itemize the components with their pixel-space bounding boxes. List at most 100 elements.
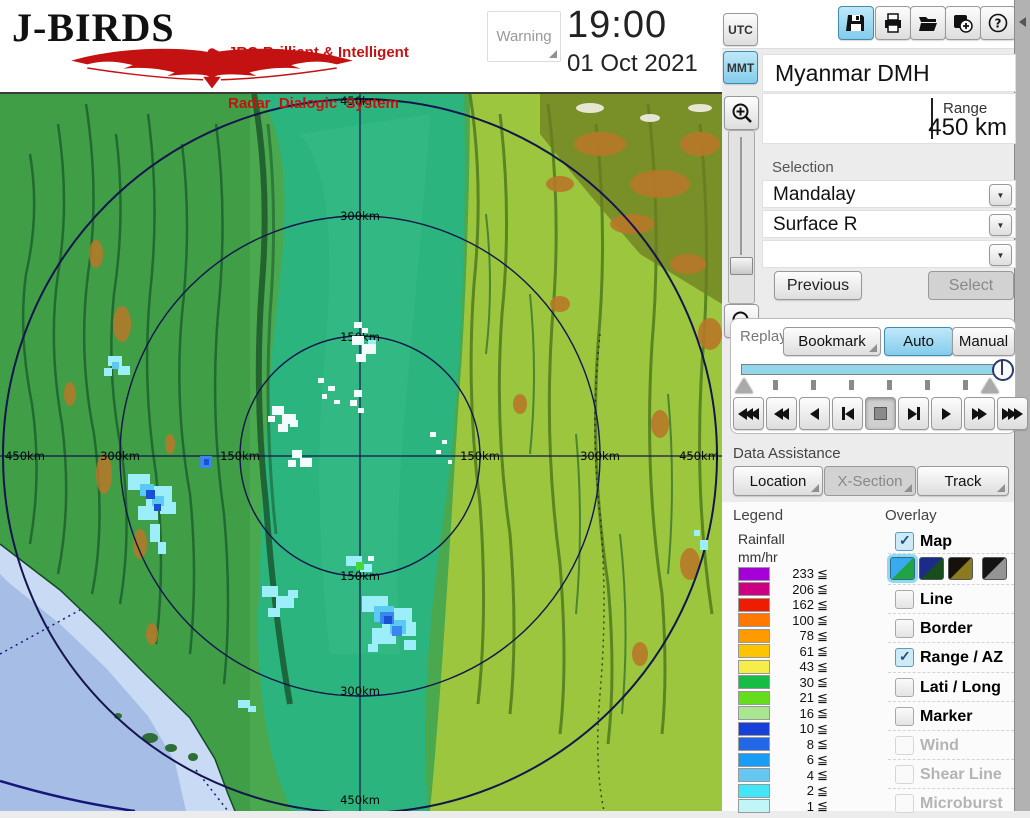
fast-forward-button[interactable] <box>964 397 995 430</box>
stop-icon <box>874 407 887 420</box>
checkbox-icon[interactable] <box>895 678 914 697</box>
checkbox-icon[interactable] <box>895 590 914 609</box>
legend-row: 10 ≦ <box>738 721 828 737</box>
legend-row: 16 ≦ <box>738 705 828 722</box>
previous-button[interactable]: Previous <box>774 271 862 300</box>
location-button[interactable]: Location <box>733 466 823 496</box>
utc-button[interactable]: UTC <box>723 13 758 46</box>
corner-fold-icon <box>904 484 912 492</box>
svg-text:450km: 450km <box>679 449 719 463</box>
track-button[interactable]: Track <box>917 466 1009 496</box>
checkbox-disabled-icon <box>895 794 914 813</box>
open-folder-button[interactable] <box>910 6 946 40</box>
step-forward-button[interactable] <box>898 397 929 430</box>
x-section-button[interactable]: X-Section <box>824 466 916 496</box>
overlay-item-line[interactable]: Line <box>888 584 1014 614</box>
chevron-down-icon[interactable]: ▼ <box>989 244 1012 266</box>
overlay-item-microburst: Microburst <box>888 788 1014 818</box>
slider-end-marker[interactable] <box>981 378 999 393</box>
color-swatch <box>738 597 770 612</box>
range-value: 450 km <box>928 114 1007 141</box>
add-image-icon <box>954 15 973 33</box>
map-style-terrain-color[interactable] <box>890 557 915 580</box>
color-swatch <box>738 768 770 783</box>
add-image-button[interactable] <box>945 6 981 40</box>
range-box: Range 450 km <box>762 93 1016 144</box>
app-title: J-BIRDS <box>12 5 175 50</box>
stop-button[interactable] <box>865 397 896 430</box>
playback-controls <box>733 397 1028 430</box>
zoom-slider-thumb[interactable] <box>730 257 753 275</box>
manual-button[interactable]: Manual <box>952 327 1015 356</box>
svg-text:300km: 300km <box>580 449 620 463</box>
checkbox-checked-icon[interactable] <box>895 648 914 667</box>
folder-icon <box>919 17 937 31</box>
step-backward-button[interactable] <box>832 397 863 430</box>
overlay-item-wind: Wind <box>888 730 1014 760</box>
checkbox-disabled-icon <box>895 765 914 784</box>
zoom-in-button[interactable] <box>724 96 759 130</box>
collapse-panel-icon[interactable] <box>1019 17 1026 27</box>
legend-row: 30 ≦ <box>738 674 828 691</box>
corner-fold-icon <box>869 344 877 352</box>
site-dropdown[interactable]: Mandalay ▼ <box>762 180 1016 208</box>
skip-to-end-button[interactable] <box>997 397 1028 430</box>
corner-fold-icon <box>997 484 1005 492</box>
legend-row: 61 ≦ <box>738 643 828 660</box>
legend-row: 206 ≦ <box>738 581 828 598</box>
overlay-item-range-az[interactable]: Range / AZ <box>888 642 1014 672</box>
color-swatch <box>738 628 770 643</box>
selection-label: Selection <box>772 159 834 176</box>
legend-row: 233 ≦ <box>738 566 828 582</box>
checkbox-icon[interactable] <box>895 619 914 638</box>
product-dropdown[interactable]: Surface R ▼ <box>762 210 1016 238</box>
legend-row: 4 ≦ <box>738 767 828 784</box>
svg-text:300km: 300km <box>100 449 140 463</box>
slider-start-marker[interactable] <box>735 378 753 393</box>
select-button[interactable]: Select <box>928 271 1014 300</box>
overlay-item-border[interactable]: Border <box>888 613 1014 643</box>
play-backward-button[interactable] <box>799 397 830 430</box>
auto-button[interactable]: Auto <box>884 327 953 356</box>
save-icon <box>846 15 864 31</box>
svg-text:450km: 450km <box>5 449 45 463</box>
overlay-item-map[interactable]: Map <box>888 527 1014 556</box>
bookmark-button[interactable]: Bookmark <box>783 327 881 356</box>
print-icon <box>885 13 901 33</box>
legend-row: 43 ≦ <box>738 659 828 675</box>
fast-rewind-button[interactable] <box>766 397 797 430</box>
extra-dropdown[interactable]: ▼ <box>762 240 1016 268</box>
mmt-button[interactable]: MMT <box>723 51 758 84</box>
print-button[interactable] <box>875 6 911 40</box>
replay-slider[interactable] <box>741 359 1014 381</box>
checkbox-checked-icon[interactable] <box>895 532 914 551</box>
checkbox-icon[interactable] <box>895 707 914 726</box>
header: J-BIRDS JRC-Brilliant & Intelligent Rada… <box>0 0 722 112</box>
map-style-terrain-dark[interactable] <box>919 557 944 580</box>
save-button[interactable] <box>838 6 874 40</box>
overlay-item-lati-long[interactable]: Lati / Long <box>888 672 1014 702</box>
play-forward-button[interactable] <box>931 397 962 430</box>
svg-text:?: ? <box>995 17 1002 31</box>
color-swatch <box>738 706 770 721</box>
color-swatch <box>738 783 770 798</box>
chevron-down-icon[interactable]: ▼ <box>989 214 1012 236</box>
legend-scale: 233 ≦ 206 ≦ 162 ≦ 100 ≦ 78 ≦ 61 ≦ 43 ≦ 30 ≦ 21 ≦ … <box>738 566 828 814</box>
zoom-slider[interactable] <box>728 130 755 304</box>
help-button[interactable]: ? <box>980 6 1016 40</box>
map-style-picker <box>888 553 1014 584</box>
legend-row: 78 ≦ <box>738 628 828 644</box>
overlay-item-marker[interactable]: Marker <box>888 701 1014 731</box>
skip-to-start-button[interactable] <box>733 397 764 430</box>
warning-button[interactable]: Warning <box>487 11 561 62</box>
chevron-down-icon[interactable]: ▼ <box>989 184 1012 206</box>
legend-row: 21 ≦ <box>738 690 828 706</box>
data-assistance-label: Data Assistance <box>733 445 841 462</box>
radar-map[interactable]: 450km 300km 150km 450km 300km 150km 150k… <box>0 93 722 814</box>
replay-panel: Replay Bookmark Auto Manual <box>730 318 1028 434</box>
map-style-olive-dark[interactable] <box>948 557 973 580</box>
corner-fold-icon <box>811 484 819 492</box>
color-swatch <box>738 752 770 767</box>
map-style-gray-dark[interactable] <box>982 557 1007 580</box>
svg-text:150km: 150km <box>460 449 500 463</box>
